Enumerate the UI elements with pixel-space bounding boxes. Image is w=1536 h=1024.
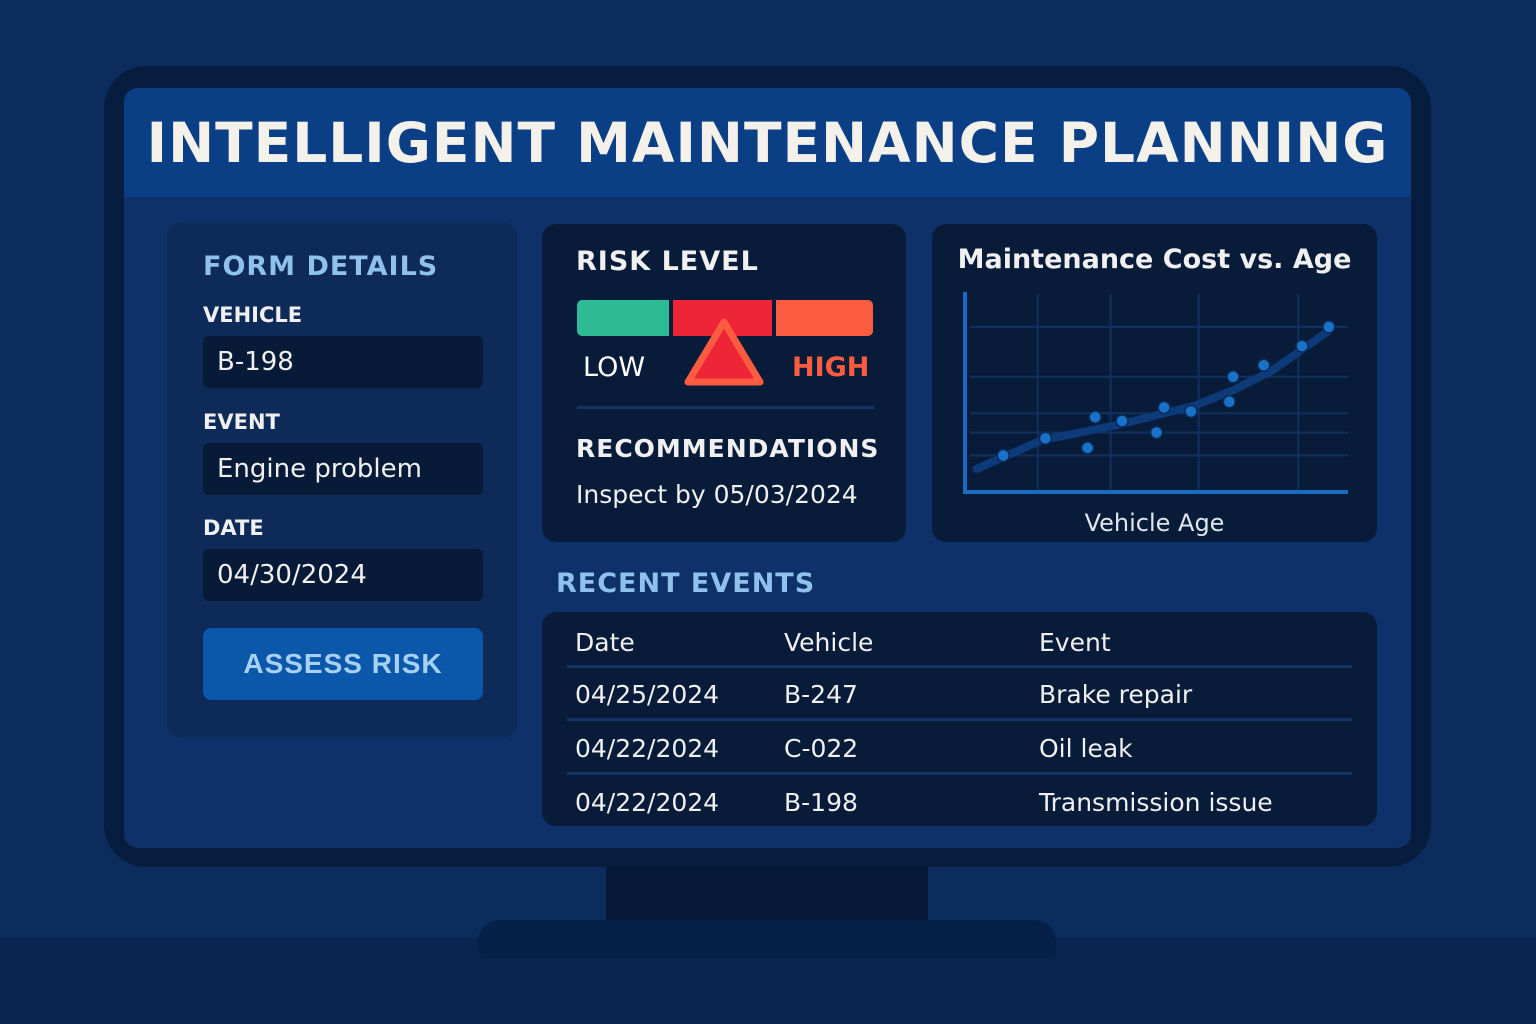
- recommendations-title: RECOMMENDATIONS: [576, 434, 880, 463]
- data-point: [1222, 395, 1237, 409]
- recommendation-text: Inspect by 05/03/2024: [576, 480, 858, 509]
- risk-segment-low: [577, 300, 669, 336]
- data-point: [1157, 400, 1171, 415]
- app-header: INTELLIGENT MAINTENANCE PLANNING: [124, 88, 1411, 197]
- monitor-stand-base: [478, 920, 1056, 958]
- data-point: [1256, 358, 1271, 373]
- form-title: FORM DETAILS: [203, 251, 439, 282]
- data-point: [1149, 425, 1164, 440]
- recent-events-title: RECENT EVENTS: [556, 568, 816, 599]
- data-point: [1088, 410, 1102, 424]
- data-point: [1080, 441, 1095, 455]
- data-point: [1226, 370, 1240, 384]
- form-details-panel: FORM DETAILS VEHICLE B-198 EVENT Engine …: [167, 223, 517, 737]
- row-event: Brake repair: [1039, 680, 1193, 709]
- row-vehicle: B-247: [784, 680, 858, 709]
- row-event: Oil leak: [1039, 734, 1133, 763]
- row-event: Transmission issue: [1039, 788, 1273, 817]
- row-date: 04/25/2024: [575, 680, 720, 709]
- risk-level-panel: RISK LEVEL LOW HIGH RECOMMENDATIONS Insp…: [542, 224, 906, 542]
- risk-title: RISK LEVEL: [576, 246, 759, 277]
- data-point: [1184, 404, 1198, 419]
- scatter-chart: [963, 292, 1348, 494]
- row-divider: [567, 772, 1352, 775]
- date-input[interactable]: 04/30/2024: [203, 549, 483, 601]
- row-date: 04/22/2024: [575, 788, 720, 817]
- data-point: [1038, 431, 1053, 445]
- monitor-stand-neck: [606, 860, 928, 926]
- high-label: HIGH: [792, 352, 870, 383]
- trend-line: [972, 326, 1333, 473]
- row-divider: [567, 718, 1352, 721]
- event-label: EVENT: [203, 410, 280, 434]
- risk-segment-high: [776, 300, 873, 336]
- assess-risk-button[interactable]: ASSESS RISK: [203, 628, 483, 700]
- data-point: [996, 448, 1011, 463]
- data-point: [1115, 414, 1129, 428]
- vehicle-input[interactable]: B-198: [203, 336, 483, 388]
- row-vehicle: B-198: [784, 788, 858, 817]
- row-divider: [567, 665, 1352, 668]
- warning-triangle-icon: [684, 318, 764, 386]
- column-header-vehicle: Vehicle: [784, 628, 874, 657]
- event-input[interactable]: Engine problem: [203, 443, 483, 495]
- page-title: INTELLIGENT MAINTENANCE PLANNING: [146, 110, 1389, 175]
- data-point: [1295, 339, 1309, 353]
- date-label: DATE: [203, 516, 264, 540]
- vehicle-label: VEHICLE: [203, 303, 303, 327]
- cost-vs-age-chart-panel: Maintenance Cost vs. Age Vehicle Age: [932, 224, 1377, 542]
- low-label: LOW: [583, 352, 646, 383]
- data-point: [1322, 320, 1336, 334]
- row-vehicle: C-022: [784, 734, 859, 763]
- row-date: 04/22/2024: [575, 734, 720, 763]
- column-header-date: Date: [575, 628, 635, 657]
- monitor-screen: INTELLIGENT MAINTENANCE PLANNING FORM DE…: [124, 88, 1411, 848]
- recent-events-table: Date Vehicle Event 04/25/2024 B-247 Brak…: [542, 612, 1377, 826]
- column-header-event: Event: [1039, 628, 1111, 657]
- divider: [577, 406, 874, 409]
- x-axis-label: Vehicle Age: [1084, 509, 1225, 537]
